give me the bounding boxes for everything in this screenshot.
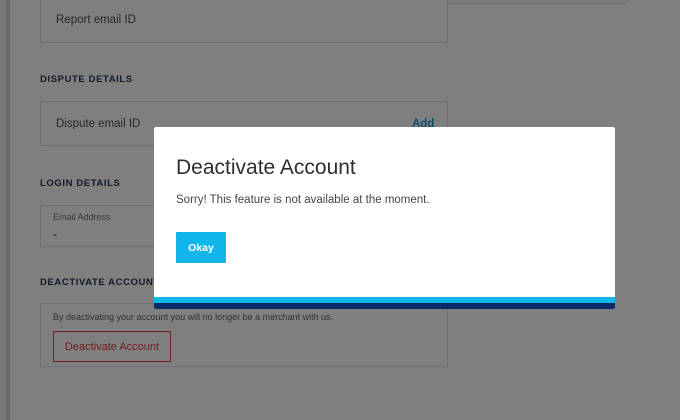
deactivate-account-modal: Deactivate Account Sorry! This feature i… [154, 127, 615, 309]
modal-accent-bar-dark [154, 303, 615, 309]
modal-title: Deactivate Account [176, 156, 356, 179]
okay-button[interactable]: Okay [176, 232, 226, 263]
modal-message: Sorry! This feature is not available at … [176, 194, 430, 206]
